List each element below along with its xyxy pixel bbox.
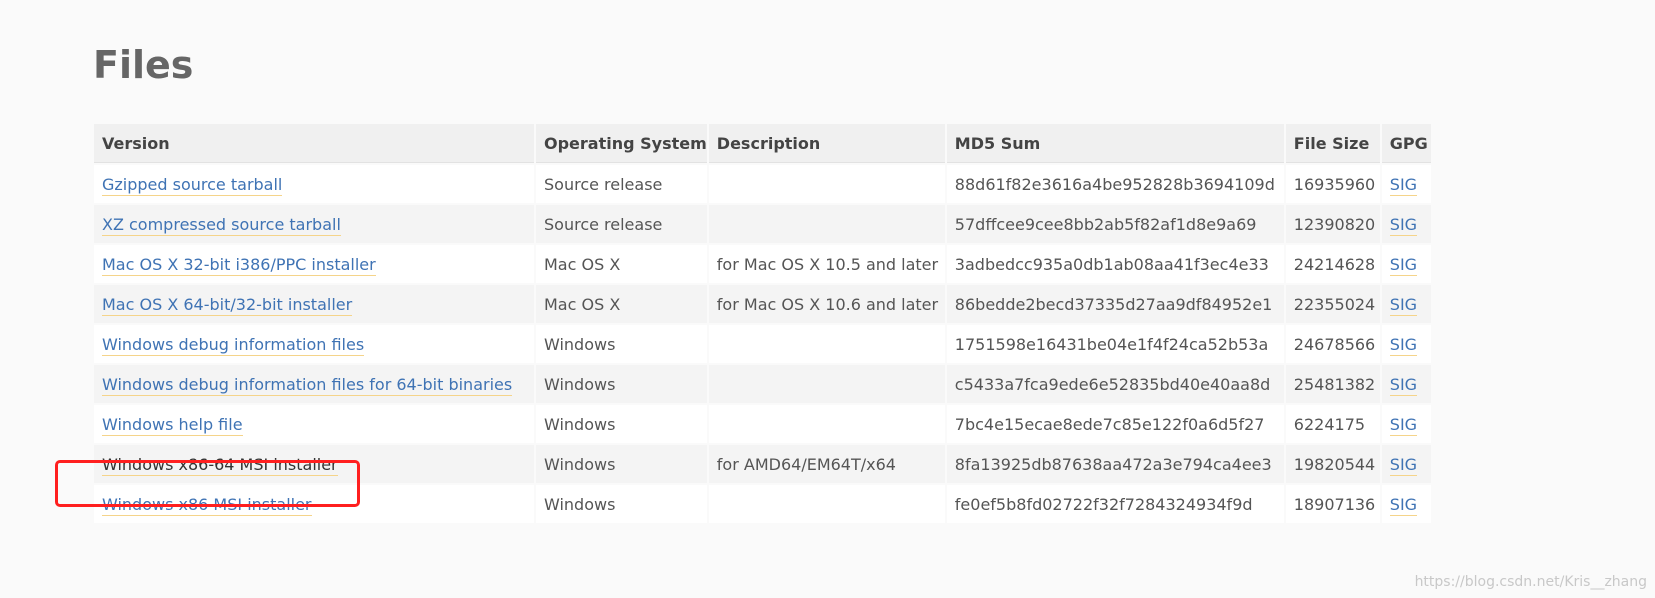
table-row: Windows debug information files Windows … xyxy=(94,325,1431,363)
cell-gpg: SIG xyxy=(1381,245,1431,283)
cell-gpg: SIG xyxy=(1381,325,1431,363)
cell-md5: 3adbedcc935a0db1ab08aa41f3ec4e33 xyxy=(946,245,1284,283)
cell-version: Windows x86-64 MSI installer xyxy=(94,445,534,483)
cell-os: Windows xyxy=(536,325,707,363)
header-description: Description xyxy=(708,124,945,163)
header-version: Version xyxy=(94,124,534,163)
cell-gpg: SIG xyxy=(1381,445,1431,483)
cell-version: Windows help file xyxy=(94,405,534,443)
cell-version: XZ compressed source tarball xyxy=(94,205,534,243)
page-title: Files xyxy=(93,43,194,87)
cell-size: 6224175 xyxy=(1285,405,1380,443)
table-header-row: Version Operating System Description MD5… xyxy=(94,124,1431,163)
cell-size: 22355024 xyxy=(1285,285,1380,323)
cell-os: Mac OS X xyxy=(536,285,707,323)
file-link[interactable]: Windows x86 MSI installer xyxy=(102,494,312,516)
cell-size: 19820544 xyxy=(1285,445,1380,483)
cell-size: 24214628 xyxy=(1285,245,1380,283)
cell-version: Windows x86 MSI installer xyxy=(94,485,534,523)
file-link[interactable]: Windows x86-64 MSI installer xyxy=(102,454,338,476)
cell-version: Mac OS X 32-bit i386/PPC installer xyxy=(94,245,534,283)
cell-description xyxy=(708,325,945,363)
cell-description xyxy=(708,365,945,403)
header-operating-system: Operating System xyxy=(536,124,707,163)
file-link[interactable]: Windows debug information files for 64-b… xyxy=(102,374,513,396)
cell-md5: 57dffcee9cee8bb2ab5f82af1d8e9a69 xyxy=(946,205,1284,243)
cell-md5: 1751598e16431be04e1f4f24ca52b53a xyxy=(946,325,1284,363)
cell-os: Windows xyxy=(536,445,707,483)
file-link[interactable]: XZ compressed source tarball xyxy=(102,214,341,236)
cell-md5: 8fa13925db87638aa472a3e794ca4ee3 xyxy=(946,445,1284,483)
file-link[interactable]: Windows help file xyxy=(102,414,243,436)
file-link[interactable]: Mac OS X 32-bit i386/PPC installer xyxy=(102,254,376,276)
cell-md5: 7bc4e15ecae8ede7c85e122f0a6d5f27 xyxy=(946,405,1284,443)
cell-description: for Mac OS X 10.5 and later xyxy=(708,245,945,283)
cell-md5: c5433a7fca9ede6e52835bd40e40aa8d xyxy=(946,365,1284,403)
cell-description xyxy=(708,405,945,443)
table-row: Mac OS X 64-bit/32-bit installer Mac OS … xyxy=(94,285,1431,323)
sig-link[interactable]: SIG xyxy=(1389,334,1418,356)
cell-md5: 86bedde2becd37335d27aa9df84952e1 xyxy=(946,285,1284,323)
sig-link[interactable]: SIG xyxy=(1389,374,1418,396)
cell-gpg: SIG xyxy=(1381,285,1431,323)
files-table: Version Operating System Description MD5… xyxy=(92,122,1433,525)
sig-link[interactable]: SIG xyxy=(1389,174,1418,196)
cell-size: 18907136 xyxy=(1285,485,1380,523)
cell-gpg: SIG xyxy=(1381,165,1431,203)
sig-link[interactable]: SIG xyxy=(1389,494,1418,516)
cell-os: Windows xyxy=(536,405,707,443)
cell-description xyxy=(708,165,945,203)
file-link[interactable]: Mac OS X 64-bit/32-bit installer xyxy=(102,294,353,316)
cell-os: Mac OS X xyxy=(536,245,707,283)
cell-os: Source release xyxy=(536,205,707,243)
cell-description: for Mac OS X 10.6 and later xyxy=(708,285,945,323)
cell-version: Windows debug information files xyxy=(94,325,534,363)
cell-os: Windows xyxy=(536,485,707,523)
cell-size: 16935960 xyxy=(1285,165,1380,203)
header-file-size: File Size xyxy=(1285,124,1380,163)
cell-md5: 88d61f82e3616a4be952828b3694109d xyxy=(946,165,1284,203)
file-link[interactable]: Windows debug information files xyxy=(102,334,365,356)
cell-os: Source release xyxy=(536,165,707,203)
cell-description xyxy=(708,485,945,523)
cell-description: for AMD64/EM64T/x64 xyxy=(708,445,945,483)
cell-gpg: SIG xyxy=(1381,485,1431,523)
cell-md5: fe0ef5b8fd02722f32f7284324934f9d xyxy=(946,485,1284,523)
cell-description xyxy=(708,205,945,243)
header-gpg: GPG xyxy=(1381,124,1431,163)
cell-version: Windows debug information files for 64-b… xyxy=(94,365,534,403)
cell-version: Mac OS X 64-bit/32-bit installer xyxy=(94,285,534,323)
file-link[interactable]: Gzipped source tarball xyxy=(102,174,283,196)
cell-gpg: SIG xyxy=(1381,205,1431,243)
cell-version: Gzipped source tarball xyxy=(94,165,534,203)
sig-link[interactable]: SIG xyxy=(1389,294,1418,316)
table-row: Gzipped source tarball Source release 88… xyxy=(94,165,1431,203)
sig-link[interactable]: SIG xyxy=(1389,414,1418,436)
header-md5-sum: MD5 Sum xyxy=(946,124,1284,163)
table-row: Windows help file Windows 7bc4e15ecae8ed… xyxy=(94,405,1431,443)
cell-gpg: SIG xyxy=(1381,365,1431,403)
cell-os: Windows xyxy=(536,365,707,403)
table-row: Windows x86 MSI installer Windows fe0ef5… xyxy=(94,485,1431,523)
sig-link[interactable]: SIG xyxy=(1389,214,1418,236)
cell-size: 12390820 xyxy=(1285,205,1380,243)
sig-link[interactable]: SIG xyxy=(1389,254,1418,276)
table-row: Windows x86-64 MSI installer Windows for… xyxy=(94,445,1431,483)
cell-size: 25481382 xyxy=(1285,365,1380,403)
table-row: XZ compressed source tarball Source rele… xyxy=(94,205,1431,243)
cell-gpg: SIG xyxy=(1381,405,1431,443)
table-row: Windows debug information files for 64-b… xyxy=(94,365,1431,403)
watermark: https://blog.csdn.net/Kris__zhang xyxy=(1414,574,1647,590)
sig-link[interactable]: SIG xyxy=(1389,454,1418,476)
table-row: Mac OS X 32-bit i386/PPC installer Mac O… xyxy=(94,245,1431,283)
cell-size: 24678566 xyxy=(1285,325,1380,363)
